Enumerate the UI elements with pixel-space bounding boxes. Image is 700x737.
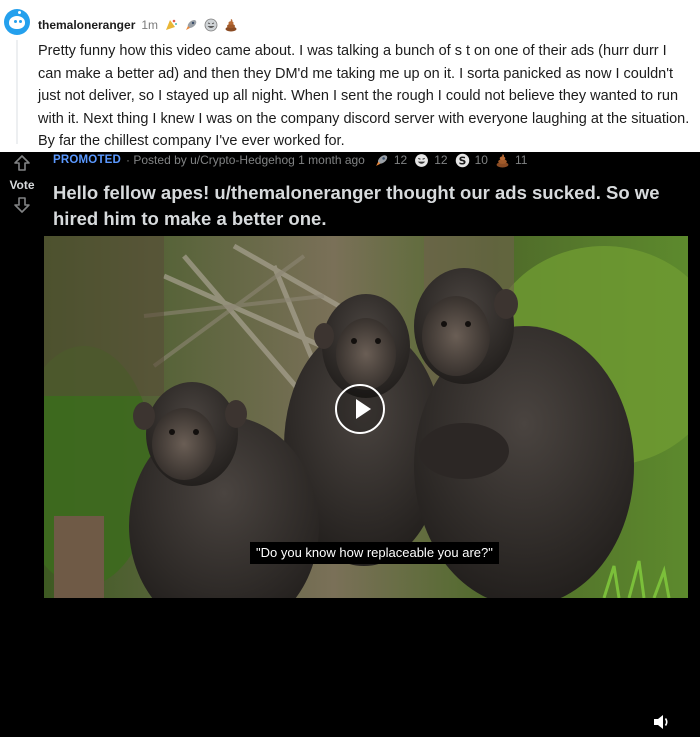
svg-text:S: S	[458, 154, 466, 167]
award-count: 12	[434, 153, 448, 167]
avatar[interactable]	[4, 9, 30, 35]
vote-bar: Vote	[0, 152, 44, 232]
award-count: 10	[474, 153, 488, 167]
posted-by[interactable]: · Posted by u/Crypto-Hedgehog 1 month ag…	[126, 153, 365, 167]
comment-body: Pretty funny how this video came about. …	[38, 43, 690, 149]
laughing-award-icon[interactable]	[414, 153, 429, 167]
silver-s-award-icon[interactable]: S	[455, 153, 469, 168]
award-count: 12	[393, 153, 408, 167]
video-subtitle: "Do you know how replaceable you are?"	[250, 542, 499, 564]
promoted-post: Vote PROMOTED · Posted by u/Crypto-Hedge…	[0, 152, 700, 729]
award-count: 11	[514, 153, 528, 167]
post-title[interactable]: Hello fellow apes! u/themaloneranger tho…	[53, 180, 673, 232]
party-award-icon[interactable]	[164, 18, 178, 32]
laughing-award-icon[interactable]	[204, 18, 218, 32]
volume-icon[interactable]	[652, 712, 672, 732]
poop-award-icon[interactable]	[224, 18, 238, 32]
comment: themaloneranger 1m Pretty funny how this…	[0, 0, 700, 152]
comment-threadline[interactable]	[16, 40, 18, 144]
comment-header: themaloneranger 1m	[38, 17, 238, 33]
post-meta: PROMOTED · Posted by u/Crypto-Hedgehog 1…	[53, 152, 527, 168]
rocket-award-icon[interactable]	[184, 18, 198, 32]
rocket-award-icon[interactable]	[374, 153, 388, 167]
poop-award-icon[interactable]	[495, 153, 509, 168]
upvote-arrow-icon[interactable]	[13, 154, 31, 174]
comment-username[interactable]: themaloneranger	[38, 18, 135, 32]
comment-timestamp: 1m	[141, 18, 159, 32]
play-icon[interactable]	[335, 384, 385, 434]
promoted-badge: PROMOTED	[53, 154, 122, 166]
downvote-arrow-icon[interactable]	[13, 196, 31, 216]
vote-label: Vote	[9, 178, 35, 192]
